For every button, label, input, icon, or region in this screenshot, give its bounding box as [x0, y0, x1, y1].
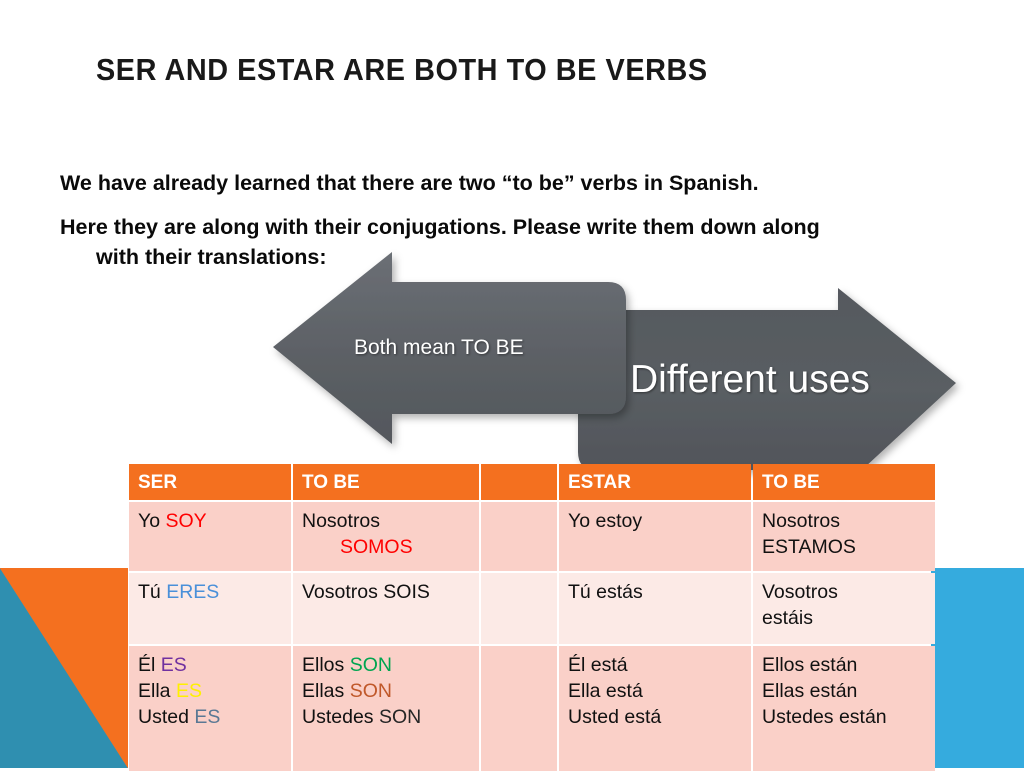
cell-line: estáis — [762, 607, 813, 630]
cell-line: Ellas están — [762, 680, 858, 703]
cell-ser-nosotros-somos: Nosotros SOMOS — [293, 502, 479, 572]
slide-body-text: We have already learned that there are t… — [60, 168, 970, 286]
cell-ser-third-person: Él ES Ella ES Usted ES — [129, 646, 291, 772]
corner-decoration-bottom-left — [0, 568, 128, 768]
cell-spacer — [481, 646, 557, 772]
cell-line: Ellos están — [762, 654, 858, 677]
table-header-row: SER TO BE ESTAR TO BE — [129, 464, 935, 501]
cell-line: Ustedes SON — [302, 705, 470, 731]
verb-soy: SOY — [165, 510, 207, 533]
column-header-to-be-2: TO BE — [753, 464, 935, 501]
table-row: Yo SOY Nosotros SOMOS Yo estoy Nosotros … — [129, 502, 935, 572]
column-header-spacer — [481, 464, 557, 501]
cell-ser-third-person-plural: Ellos SON Ellas SON Ustedes SON — [293, 646, 479, 772]
cell-line: Ustedes están — [762, 706, 887, 729]
cell-spacer — [481, 502, 557, 572]
cell-line: Ella está — [568, 680, 643, 703]
cell-estar-third-person: Él está Ella está Usted está — [559, 646, 751, 772]
pronoun-ella: Ella — [138, 680, 176, 703]
body-paragraph-1: We have already learned that there are t… — [60, 171, 759, 195]
conjugation-table: SER TO BE ESTAR TO BE Yo SOY Nosotros SO… — [127, 462, 937, 773]
pronoun-ustedes: Ustedes — [302, 706, 379, 729]
pronoun-ellas: Ellas — [302, 680, 350, 703]
cell-line: ESTAMOS — [762, 536, 856, 559]
body-paragraph-2-line-2: with their translations: — [96, 245, 327, 270]
cell-line: Tú ERES — [138, 580, 282, 606]
corner-decoration-bottom-right — [931, 568, 1024, 768]
cell-line: Usted ES — [138, 705, 282, 731]
cell-line: Él está — [568, 654, 628, 677]
table-row: Él ES Ella ES Usted ES Ellos SON Ellas S… — [129, 646, 935, 772]
cell-line: Yo SOY — [138, 509, 282, 535]
column-header-ser: SER — [129, 464, 291, 501]
column-header-to-be-1: TO BE — [293, 464, 479, 501]
cell-estar-yo-estoy: Yo estoy — [559, 502, 751, 572]
cell-line: Yo estoy — [568, 510, 643, 533]
cell-line: Usted está — [568, 706, 662, 729]
cell-spacer — [481, 573, 557, 645]
verb-son-2: SON — [349, 680, 392, 703]
verb-son-1: SON — [349, 654, 392, 677]
cell-line: Él ES — [138, 653, 282, 679]
pronoun-usted: Usted — [138, 706, 195, 729]
cell-line: Vosotros SOIS — [302, 581, 430, 604]
cell-line: Nosotros — [302, 510, 381, 533]
body-paragraph-2-line-1: Here they are along with their conjugati… — [60, 214, 820, 239]
cell-ser-yo-soy: Yo SOY — [129, 502, 291, 572]
pronoun-tu: Tú — [138, 581, 167, 604]
cell-line: Ella ES — [138, 679, 282, 705]
cell-line: Ellos SON — [302, 653, 470, 679]
page-title: SER AND ESTAR ARE BOTH TO BE VERBS — [96, 52, 708, 87]
pronoun-ellos: Ellos — [302, 654, 350, 677]
cell-estar-tu-estas: Tú estás — [559, 573, 751, 645]
cell-estar-third-person-plural: Ellos están Ellas están Ustedes están — [753, 646, 935, 772]
column-header-estar: ESTAR — [559, 464, 751, 501]
cell-line: Ellas SON — [302, 679, 470, 705]
cell-ser-tu-eres: Tú ERES — [129, 573, 291, 645]
verb-es-3: ES — [194, 706, 221, 729]
pronoun-el: Él — [138, 654, 161, 677]
pronoun-yo: Yo — [138, 510, 166, 533]
cell-line: Vosotros — [762, 581, 838, 604]
cell-line: Nosotros — [762, 510, 841, 533]
table-row: Tú ERES Vosotros SOIS Tú estás Vosotros … — [129, 573, 935, 645]
arrow-left-label: Both mean TO BE — [354, 336, 524, 359]
cell-ser-vosotros-sois: Vosotros SOIS — [293, 573, 479, 645]
verb-son-3: SON — [378, 706, 422, 729]
cell-line: Tú estás — [568, 581, 643, 604]
cell-estar-nosotros-estamos: Nosotros ESTAMOS — [753, 502, 935, 572]
verb-somos: SOMOS — [340, 536, 413, 559]
body-paragraph-2: Here they are along with their conjugati… — [60, 212, 970, 273]
cell-estar-vosotros-estais: Vosotros estáis — [753, 573, 935, 645]
arrow-right-label: Different uses — [630, 358, 870, 401]
verb-eres: ERES — [166, 581, 220, 604]
verb-es-2: ES — [175, 680, 202, 703]
verb-es-1: ES — [160, 654, 187, 677]
